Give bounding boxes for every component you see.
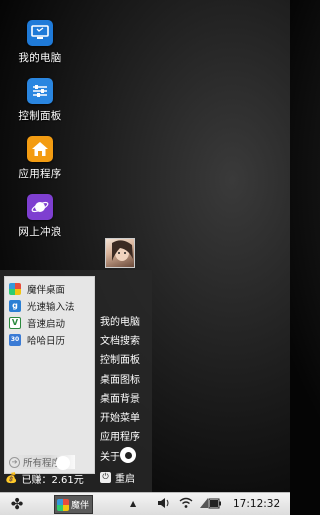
app-item-mobanzhuomian[interactable]: 魔伴桌面: [9, 281, 65, 296]
app-item-label: 音速启动: [27, 318, 66, 330]
toggle-knob-icon[interactable]: [56, 456, 70, 470]
taskbar-app-label: 魔伴: [71, 501, 90, 511]
menu-item-desktop-icons[interactable]: 桌面图标: [100, 371, 140, 386]
app-item-input-method[interactable]: g 光速输入法: [9, 298, 75, 313]
desktop-icon-control-panel[interactable]: 控制面板: [14, 78, 66, 123]
restart-button[interactable]: ⏻ 重启: [100, 470, 135, 485]
desktop-icon-my-computer[interactable]: 我的电脑: [14, 20, 66, 65]
computer-icon: [27, 20, 53, 46]
desktop-icon-label: 控制面板: [18, 110, 62, 122]
avatar[interactable]: [105, 238, 135, 268]
restart-label: 重启: [115, 473, 135, 485]
menu-item-document-search[interactable]: 文档搜索: [100, 332, 140, 347]
about-toggle-icon[interactable]: [120, 447, 136, 463]
desktop-icon-internet[interactable]: 网上冲浪: [14, 194, 66, 239]
volume-icon[interactable]: [157, 497, 170, 512]
desktop-icon-applications[interactable]: 应用程序: [14, 136, 66, 181]
input-method-icon: g: [9, 299, 21, 312]
menu-item-about[interactable]: 关于: [100, 448, 120, 463]
tray-expand-icon[interactable]: ▲: [130, 499, 136, 508]
desktop-icon-label: 应用程序: [18, 168, 62, 180]
power-icon: ⏻: [100, 471, 111, 483]
launcher-icon: V: [9, 316, 21, 329]
calendar-icon: 30: [9, 333, 21, 346]
wifi-icon[interactable]: [179, 497, 193, 512]
desktop-icon-label: 网上冲浪: [18, 226, 62, 238]
menu-item-desktop-background[interactable]: 桌面背景: [100, 390, 140, 405]
app-item-calendar[interactable]: 30 哈哈日历: [9, 332, 65, 347]
earnings-display: 💰 已赚：2.61元: [5, 471, 84, 486]
menu-item-control-panel[interactable]: 控制面板: [100, 351, 140, 366]
app-item-launcher[interactable]: V 音速启动: [9, 315, 65, 330]
clock[interactable]: 17:12:32: [233, 498, 280, 510]
app-item-label: 哈哈日历: [27, 335, 66, 347]
home-icon: [27, 136, 53, 162]
menu-item-my-computer[interactable]: 我的电脑: [100, 313, 140, 328]
taskbar: ✤ 魔伴 ▲ 17:12:32: [0, 492, 290, 515]
taskbar-app-moban[interactable]: 魔伴: [54, 495, 93, 514]
app-item-label: 魔伴桌面: [27, 284, 66, 296]
mobanzhuomian-icon: [9, 282, 21, 295]
arrow-right-icon: ➔: [9, 456, 20, 468]
start-button[interactable]: ✤: [8, 496, 26, 513]
menu-item-start-menu[interactable]: 开始菜单: [100, 409, 140, 424]
earnings-label: 已赚：2.61元: [21, 474, 84, 486]
mobanzhuomian-icon: [57, 498, 69, 511]
planet-icon: [27, 194, 53, 220]
battery-icon: [208, 498, 222, 512]
app-item-label: 光速输入法: [27, 301, 75, 313]
desktop-icon-label: 我的电脑: [18, 52, 62, 64]
menu-item-applications[interactable]: 应用程序: [100, 428, 140, 443]
coin-bag-icon: 💰: [5, 472, 18, 484]
start-menu-app-list: 魔伴桌面 g 光速输入法 V 音速启动 30 哈哈日历 ➔ 所有程序: [4, 276, 95, 474]
sliders-icon: [27, 78, 53, 104]
